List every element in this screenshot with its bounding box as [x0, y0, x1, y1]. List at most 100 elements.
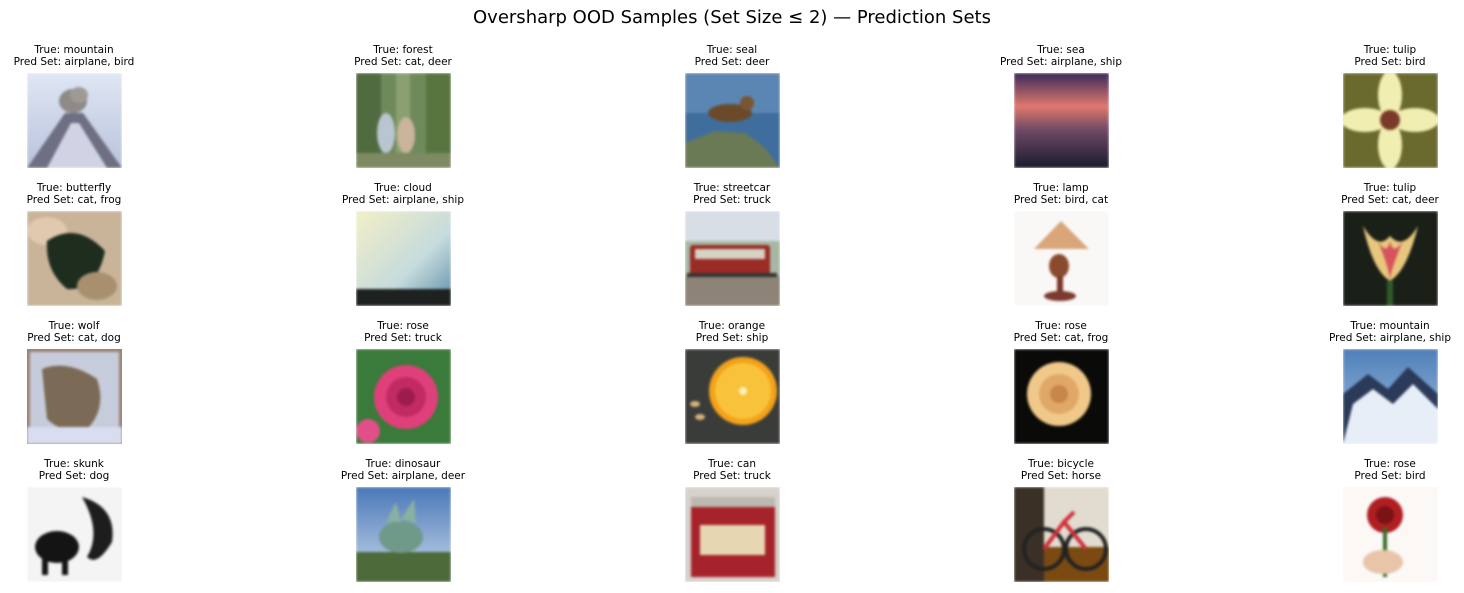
sample-image-seal	[684, 73, 780, 168]
sample-image-forest	[355, 73, 451, 168]
pred-set: Pred Set: truck	[693, 194, 771, 206]
figure-title: Oversharp OOD Samples (Set Size ≤ 2) — P…	[473, 7, 991, 28]
pred-set: Pred Set: airplane, ship	[1000, 56, 1122, 68]
true-label: True: rose	[1364, 458, 1416, 470]
true-label: True: can	[707, 458, 757, 470]
sample-image-mountain	[26, 73, 122, 168]
pred-set: Pred Set: truck	[364, 332, 442, 344]
sample-cell: True: rose Pred Set: bird	[1270, 458, 1464, 582]
pred-set: Pred Set: horse	[1020, 470, 1102, 482]
sample-image	[1013, 211, 1109, 306]
sample-cell: True: dinosaur Pred Set: airplane, deer	[283, 458, 523, 582]
true-label: True: rose	[377, 320, 429, 332]
pred-set: Pred Set: airplane, deer	[340, 470, 466, 482]
true-label: True: cloud	[374, 182, 432, 194]
sample-image-butterfly	[26, 211, 122, 306]
pred-set: Pred Set: cat, deer	[354, 56, 452, 68]
sample-image	[1013, 349, 1109, 444]
pred-set: Pred Set: cat, deer	[1341, 194, 1439, 206]
true-label: True: butterfly	[36, 182, 112, 194]
pred-set: Pred Set: dog	[38, 470, 110, 482]
true-label: True: seal	[706, 44, 758, 56]
pred-set: Pred Set: cat, frog	[1013, 332, 1109, 344]
sample-cell: True: lamp Pred Set: bird, cat	[941, 182, 1181, 306]
sample-cell: True: wolf Pred Set: cat, dog	[0, 320, 194, 444]
pred-set: Pred Set: bird	[1354, 470, 1426, 482]
pred-set: Pred Set: cat, dog	[27, 332, 121, 344]
pred-set: Pred Set: airplane, bird	[13, 56, 135, 68]
sample-image-lily	[1342, 73, 1438, 168]
sample-image	[355, 73, 451, 168]
sample-image-bicycle	[1013, 487, 1109, 582]
true-label: True: streetcar	[693, 182, 771, 194]
sample-image	[26, 349, 122, 444]
sample-image-sea	[1013, 73, 1109, 168]
true-label: True: mountain	[34, 44, 114, 56]
sample-cell: True: can Pred Set: truck	[612, 458, 852, 582]
sample-image	[355, 349, 451, 444]
true-label: True: skunk	[44, 458, 104, 470]
sample-cell: True: skunk Pred Set: dog	[0, 458, 194, 582]
sample-cell: True: bicycle Pred Set: horse	[941, 458, 1181, 582]
sample-cell: True: cloud Pred Set: airplane, ship	[283, 182, 523, 306]
true-label: True: bicycle	[1028, 458, 1094, 470]
sample-image	[355, 487, 451, 582]
true-label: True: wolf	[48, 320, 100, 332]
sample-image-yellowrose	[1013, 349, 1109, 444]
sample-cell: True: rose Pred Set: cat, frog	[941, 320, 1181, 444]
sample-image-redrose	[1342, 487, 1438, 582]
true-label: True: tulip	[1363, 182, 1417, 194]
sample-cell: True: tulip Pred Set: bird	[1270, 44, 1464, 168]
sample-image	[1342, 487, 1438, 582]
sample-image-cloud	[355, 211, 451, 306]
sample-image-snowmountain	[1342, 349, 1438, 444]
sample-image-wolf	[26, 349, 122, 444]
sample-image	[684, 349, 780, 444]
sample-image	[1342, 73, 1438, 168]
true-label: True: dinosaur	[365, 458, 441, 470]
sample-image-lamp	[1013, 211, 1109, 306]
sample-cell: True: forest Pred Set: cat, deer	[283, 44, 523, 168]
sample-image	[684, 487, 780, 582]
pred-set: Pred Set: truck	[693, 470, 771, 482]
pred-set: Pred Set: airplane, ship	[342, 194, 464, 206]
sample-image	[26, 73, 122, 168]
sample-image	[26, 211, 122, 306]
sample-cell: True: streetcar Pred Set: truck	[612, 182, 852, 306]
sample-image	[1342, 349, 1438, 444]
pred-set: Pred Set: bird, cat	[1013, 194, 1109, 206]
sample-image	[684, 211, 780, 306]
sample-image	[684, 73, 780, 168]
pred-set: Pred Set: cat, frog	[26, 194, 122, 206]
sample-cell: True: rose Pred Set: truck	[283, 320, 523, 444]
pred-set: Pred Set: ship	[695, 332, 769, 344]
sample-image-pinkrose	[355, 349, 451, 444]
pred-set: Pred Set: bird	[1354, 56, 1426, 68]
pred-set: Pred Set: airplane, ship	[1329, 332, 1451, 344]
true-label: True: lamp	[1033, 182, 1089, 194]
true-label: True: tulip	[1363, 44, 1417, 56]
true-label: True: mountain	[1350, 320, 1430, 332]
true-label: True: sea	[1037, 44, 1085, 56]
true-label: True: forest	[373, 44, 433, 56]
sample-image-tulip	[1342, 211, 1438, 306]
sample-cell: True: sea Pred Set: airplane, ship	[941, 44, 1181, 168]
sample-cell: True: orange Pred Set: ship	[612, 320, 852, 444]
sample-image	[26, 487, 122, 582]
sample-cell: True: mountain Pred Set: airplane, bird	[0, 44, 194, 168]
sample-cell: True: seal Pred Set: deer	[612, 44, 852, 168]
sample-cell: True: mountain Pred Set: airplane, ship	[1270, 320, 1464, 444]
sample-image	[1013, 487, 1109, 582]
sample-image-orange	[684, 349, 780, 444]
true-label: True: orange	[698, 320, 766, 332]
sample-cell: True: butterfly Pred Set: cat, frog	[0, 182, 194, 306]
pred-set: Pred Set: deer	[694, 56, 770, 68]
sample-image-can	[684, 487, 780, 582]
sample-image	[355, 211, 451, 306]
sample-image	[1013, 73, 1109, 168]
true-label: True: rose	[1035, 320, 1087, 332]
sample-image-skunk	[26, 487, 122, 582]
sample-image-streetcar	[684, 211, 780, 306]
sample-image	[1342, 211, 1438, 306]
sample-image-dinosaur	[355, 487, 451, 582]
